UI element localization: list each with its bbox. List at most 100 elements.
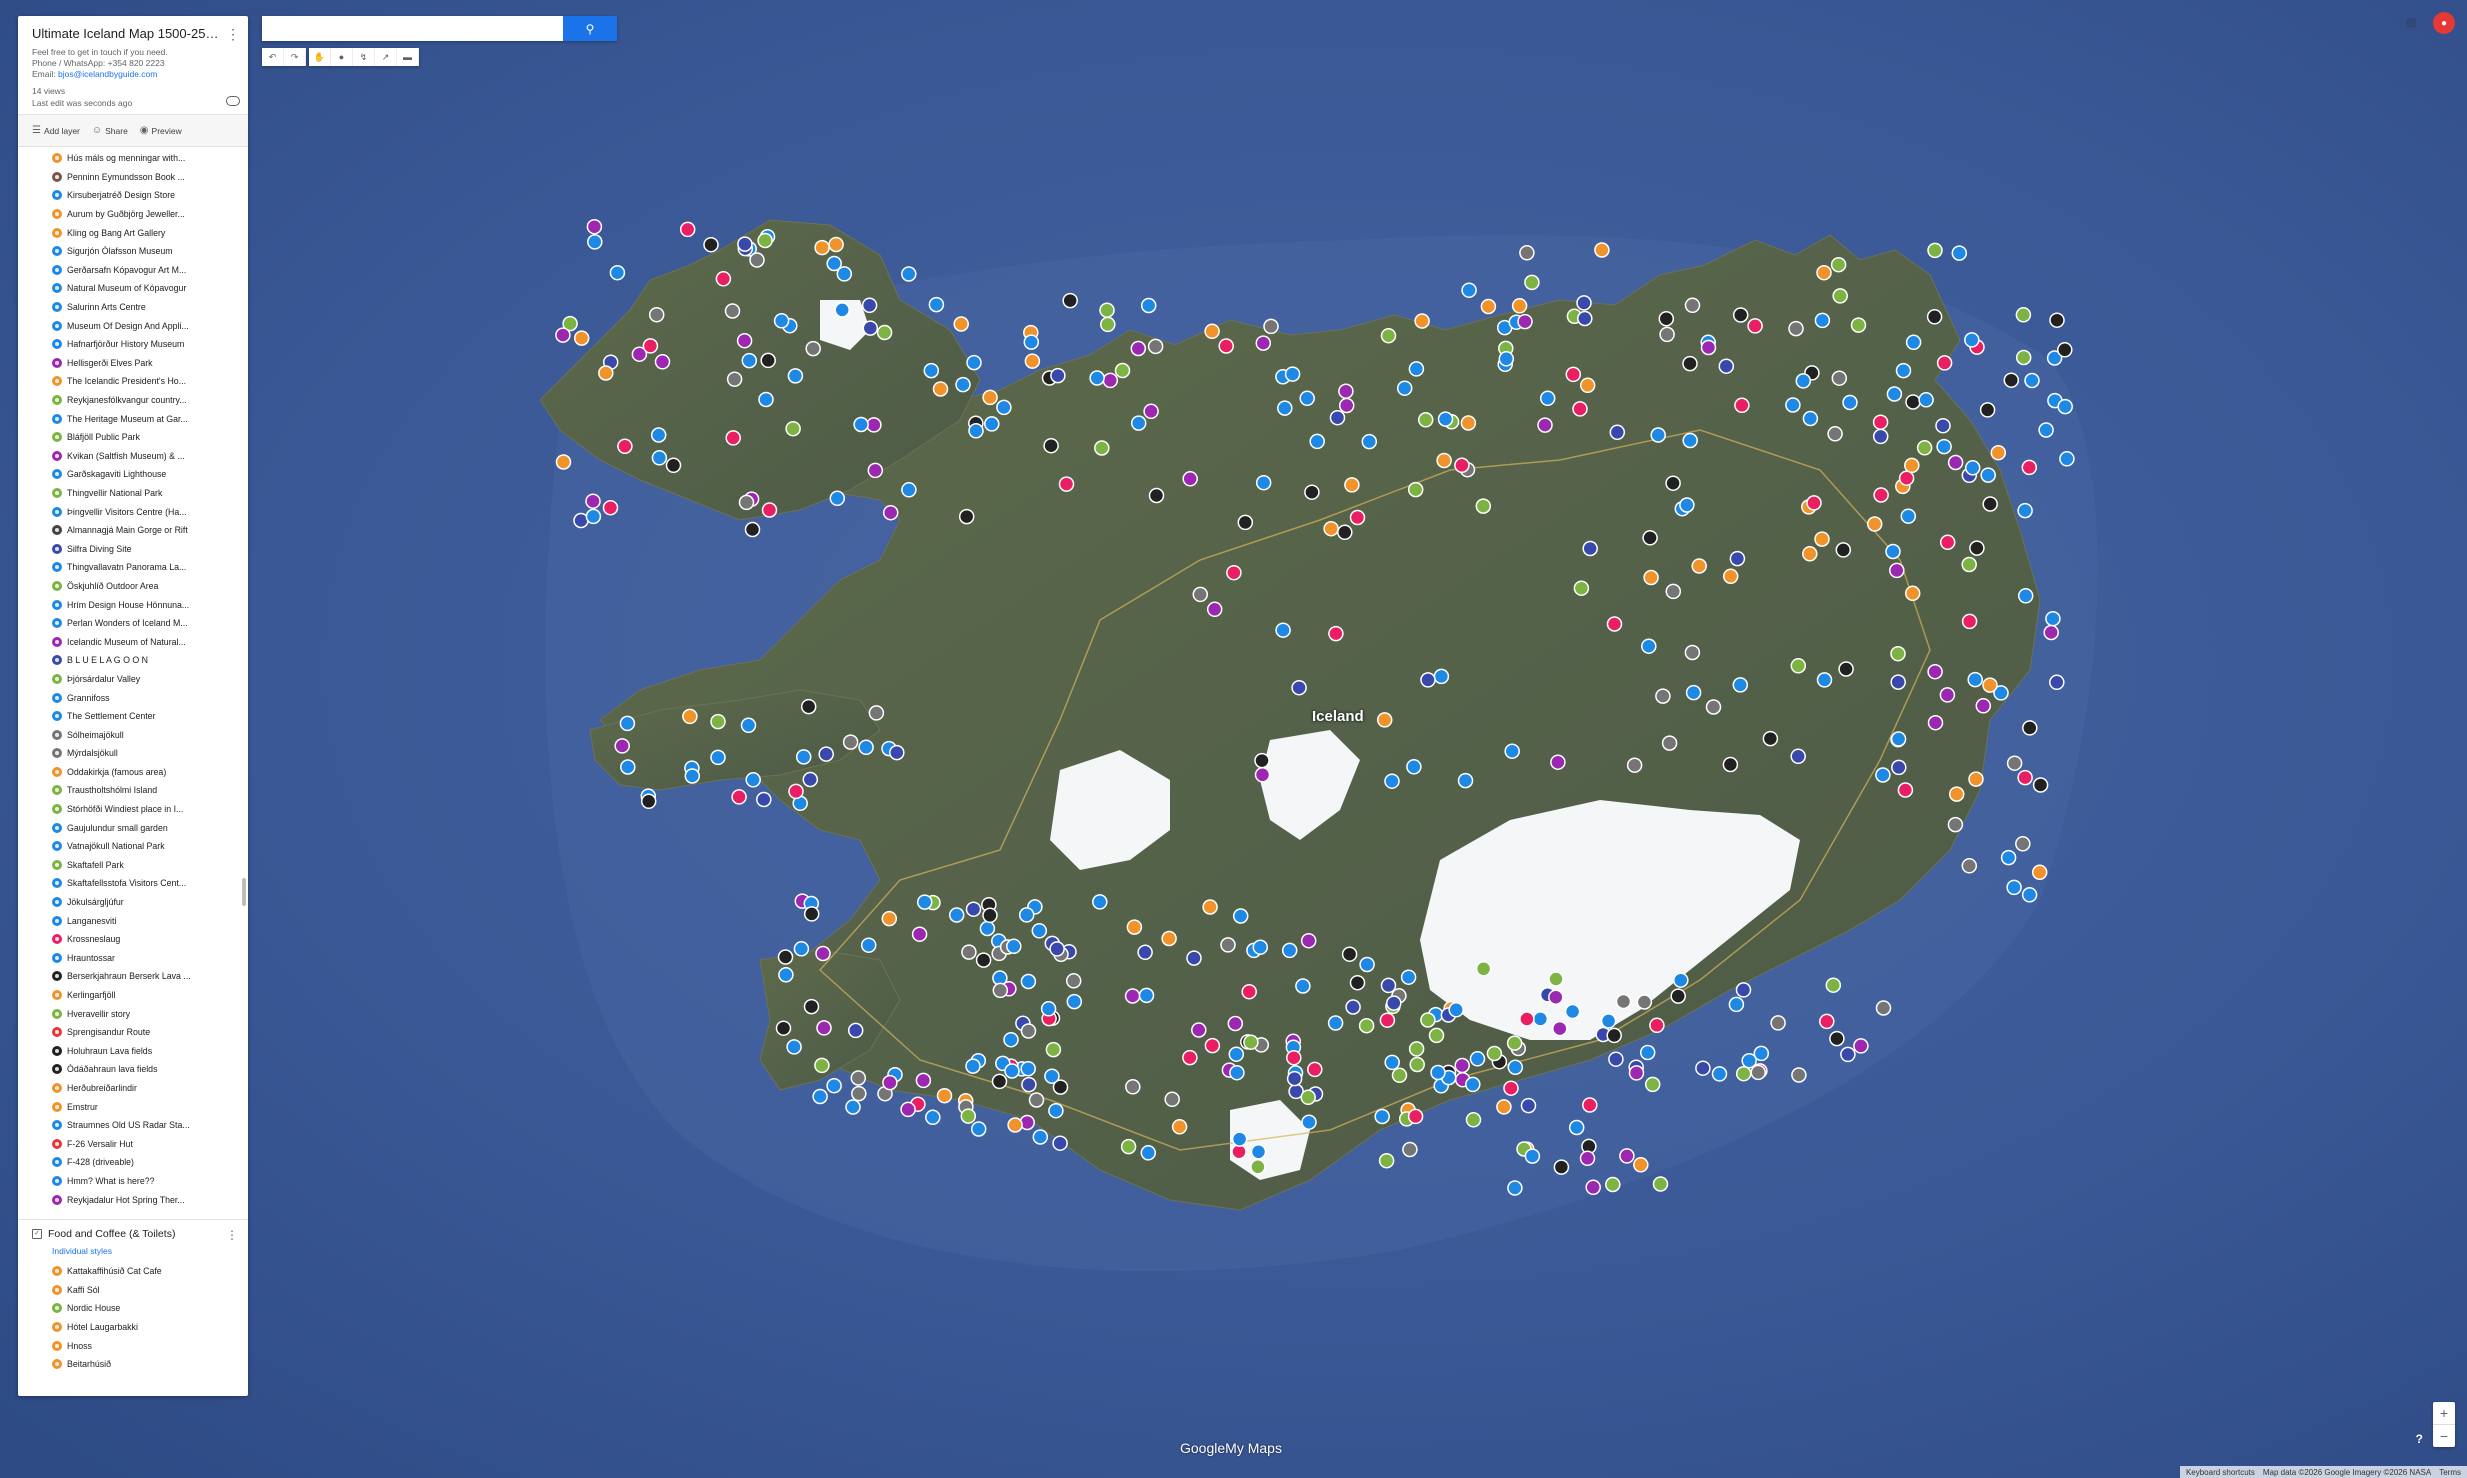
poi-marker[interactable] — [1329, 409, 1346, 426]
layer-list-item[interactable]: The Settlement Center — [18, 707, 248, 726]
poi-marker[interactable] — [1785, 397, 1801, 413]
poi-marker[interactable] — [620, 759, 636, 775]
poi-marker[interactable] — [1741, 1052, 1757, 1069]
poi-marker[interactable] — [1990, 444, 2007, 461]
poi-marker[interactable] — [1408, 361, 1425, 377]
layer-list-item[interactable]: Granni­foss — [18, 688, 248, 707]
poi-marker[interactable] — [1948, 786, 1965, 802]
poi-marker[interactable] — [587, 234, 603, 250]
layer-list-item[interactable]: B L U E L A G O O N — [18, 651, 248, 670]
poi-marker[interactable] — [996, 399, 1012, 416]
poi-marker[interactable] — [1309, 433, 1325, 450]
poi-marker[interactable] — [2045, 610, 2061, 627]
poi-marker[interactable] — [1577, 310, 1593, 327]
poi-marker[interactable] — [1460, 415, 1477, 431]
layer-list-item[interactable]: The Heritage Museum at Gar... — [18, 409, 248, 428]
poi-marker[interactable] — [968, 423, 984, 439]
poi-marker[interactable] — [614, 738, 630, 754]
poi-marker[interactable] — [965, 901, 982, 917]
poi-marker[interactable] — [761, 502, 778, 518]
poi-marker[interactable] — [1670, 988, 1686, 1004]
poi-marker[interactable] — [960, 1108, 977, 1124]
poi-marker[interactable] — [2057, 342, 2073, 358]
poi-marker[interactable] — [1982, 677, 1998, 693]
redo-button[interactable]: ↷ — [284, 48, 306, 66]
poi-marker[interactable] — [979, 920, 996, 937]
poi-marker[interactable] — [834, 302, 850, 318]
poi-marker[interactable] — [1650, 427, 1666, 443]
poi-marker[interactable] — [1250, 1144, 1267, 1160]
poi-marker[interactable] — [1979, 402, 1996, 418]
layer-list-item[interactable]: Emstrur — [18, 1097, 248, 1116]
poi-marker[interactable] — [1579, 1150, 1596, 1167]
poi-marker[interactable] — [800, 698, 817, 715]
poi-marker[interactable] — [866, 417, 882, 433]
poi-marker[interactable] — [1050, 367, 1066, 384]
layer-list-item[interactable]: Jökulsárgljúfur — [18, 893, 248, 912]
poi-marker[interactable] — [1020, 1060, 1036, 1077]
search-button[interactable]: ⚲ — [563, 16, 617, 41]
poi-marker[interactable] — [932, 381, 949, 397]
layer-list-item[interactable]: Hafnarfjörður History Museum — [18, 335, 248, 354]
measure-button[interactable]: ▬ — [397, 48, 419, 66]
poi-marker[interactable] — [1916, 440, 1933, 456]
poi-marker[interactable] — [1358, 1017, 1375, 1034]
poi-marker[interactable] — [1378, 1152, 1395, 1169]
poi-marker[interactable] — [1436, 452, 1452, 469]
poi-marker[interactable] — [1964, 460, 1981, 476]
poi-marker[interactable] — [1982, 496, 1998, 512]
poi-marker[interactable] — [777, 949, 794, 965]
poi-marker[interactable] — [1100, 316, 1116, 333]
poi-marker[interactable] — [1171, 1119, 1188, 1135]
poi-marker[interactable] — [1918, 392, 1934, 408]
poi-marker[interactable] — [710, 749, 726, 766]
poi-marker[interactable] — [555, 327, 571, 343]
poi-marker[interactable] — [1384, 1054, 1400, 1071]
search-input[interactable] — [262, 16, 563, 41]
poi-marker[interactable] — [749, 252, 765, 268]
poi-marker[interactable] — [1665, 475, 1681, 491]
poi-marker[interactable] — [1582, 540, 1598, 557]
poi-marker[interactable] — [1507, 1059, 1524, 1076]
poi-marker[interactable] — [2059, 451, 2075, 467]
poi-marker[interactable] — [1295, 978, 1311, 994]
poi-marker[interactable] — [785, 420, 801, 437]
layer-list-item[interactable]: Sólheimajökull — [18, 725, 248, 744]
poi-marker[interactable] — [1875, 767, 1891, 783]
poi-marker[interactable] — [1457, 772, 1474, 789]
poi-marker[interactable] — [1582, 1097, 1598, 1113]
poi-marker[interactable] — [1220, 937, 1236, 953]
poi-marker[interactable] — [1503, 1080, 1519, 1096]
poi-marker[interactable] — [1711, 1066, 1728, 1082]
poi-marker[interactable] — [925, 1109, 941, 1126]
poi-marker[interactable] — [1718, 358, 1735, 374]
poi-marker[interactable] — [1606, 616, 1623, 632]
poi-marker[interactable] — [1021, 1076, 1037, 1093]
poi-marker[interactable] — [958, 508, 975, 525]
poi-marker[interactable] — [1524, 1148, 1541, 1164]
poi-marker[interactable] — [1049, 941, 1065, 957]
poi-marker[interactable] — [1454, 1057, 1470, 1074]
poi-marker[interactable] — [731, 789, 747, 805]
poi-marker[interactable] — [1414, 313, 1430, 329]
poi-marker[interactable] — [1045, 1041, 1062, 1058]
poi-marker[interactable] — [585, 493, 601, 509]
layer-list-item[interactable]: Hótel Laugarbakki — [32, 1318, 236, 1337]
poi-marker[interactable] — [1927, 242, 1943, 259]
poi-marker[interactable] — [1376, 712, 1393, 728]
undo-button[interactable]: ↶ — [262, 48, 284, 66]
poi-marker[interactable] — [1020, 1023, 1037, 1039]
poi-marker[interactable] — [805, 340, 821, 357]
layer-list-item[interactable]: Hnoss — [32, 1336, 236, 1355]
poi-marker[interactable] — [2015, 349, 2032, 366]
layer-list-item[interactable]: Thingvallavatn Panorama La... — [18, 558, 248, 577]
poi-marker[interactable] — [1548, 971, 1564, 987]
layer-list-item[interactable]: Ódáðahraun lava fields — [18, 1060, 248, 1079]
poi-marker[interactable] — [1652, 1176, 1669, 1192]
poi-marker[interactable] — [1496, 1099, 1512, 1115]
poi-marker[interactable] — [2043, 624, 2059, 641]
poi-marker[interactable] — [1665, 583, 1682, 600]
poi-marker[interactable] — [1904, 457, 1920, 474]
poi-marker[interactable] — [1576, 295, 1592, 311]
poi-marker[interactable] — [982, 389, 998, 406]
